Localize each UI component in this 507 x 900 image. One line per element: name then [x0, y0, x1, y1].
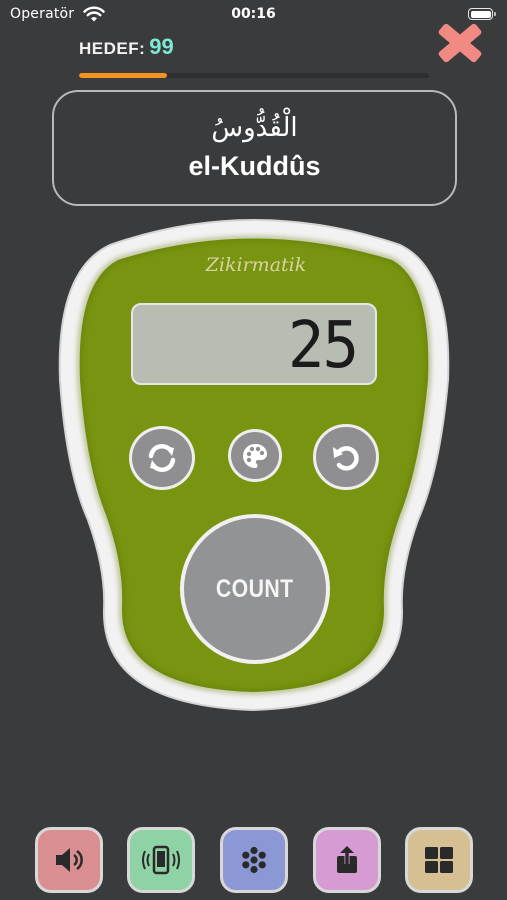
share-button[interactable] — [313, 827, 381, 893]
refresh-icon — [148, 443, 176, 473]
grid-icon — [425, 847, 453, 873]
beads-button[interactable] — [220, 827, 288, 893]
reset-button[interactable] — [129, 426, 195, 490]
brand-logo: Zikirmatik — [205, 254, 307, 276]
undo-icon — [333, 446, 359, 471]
speaker-icon — [56, 848, 83, 872]
count-button-label: COUNT — [216, 574, 294, 603]
vibrate-icon — [142, 845, 180, 875]
count-value: 25 — [287, 309, 359, 383]
count-button[interactable]: COUNT — [180, 514, 330, 664]
undo-button[interactable] — [313, 424, 379, 490]
sound-button[interactable] — [35, 827, 103, 893]
share-icon — [337, 846, 357, 873]
lcd-display: 25 — [131, 303, 377, 385]
beads-icon — [242, 846, 266, 874]
vibration-button[interactable] — [127, 827, 195, 893]
palette-icon — [243, 443, 268, 468]
theme-button[interactable] — [228, 429, 282, 482]
menu-button[interactable] — [405, 827, 473, 893]
